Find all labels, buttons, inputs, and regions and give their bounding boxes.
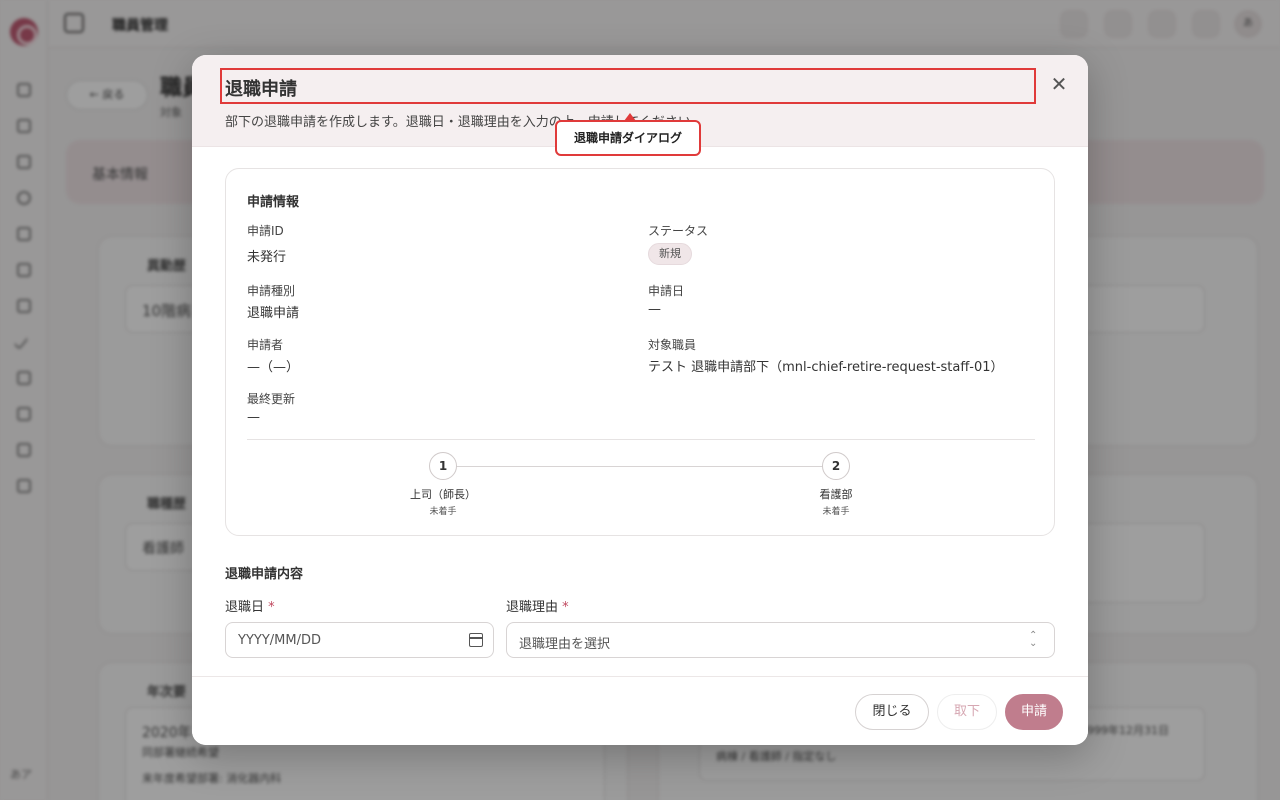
required-mark: *: [268, 600, 275, 615]
target-staff-label: 対象職員: [648, 338, 697, 352]
status-label: ステータス: [648, 224, 709, 238]
approval-step-2-status: 未着手: [822, 507, 850, 517]
approval-step-1-number: 1: [429, 452, 457, 480]
close-button[interactable]: 閉じる: [855, 694, 929, 730]
submit-button[interactable]: 申請: [1005, 694, 1063, 730]
request-date-label: 申請日: [648, 284, 685, 298]
close-icon[interactable]: ✕: [1048, 73, 1070, 95]
required-mark: *: [562, 600, 569, 615]
last-updated-label: 最終更新: [247, 392, 296, 406]
approval-step-2-number: 2: [822, 452, 850, 480]
info-divider: [247, 439, 1035, 440]
annotation-callout: 退職申請ダイアログ: [555, 120, 701, 156]
retire-request-dialog: 退職申請 部下の退職申請を作成します。退職日・退職理由を入力の上、申請してくださ…: [192, 55, 1088, 745]
approval-step-1-status: 未着手: [429, 507, 457, 517]
applicant-label: 申請者: [247, 338, 284, 352]
retire-reason-label: 退職理由 *: [506, 600, 569, 615]
dialog-body: 申請情報 申請ID 未発行 ステータス 新規 申請種別 退職申請 申請日 — 申…: [192, 148, 1088, 676]
approval-step-connector: [443, 466, 836, 467]
request-info-card: 申請情報 申請ID 未発行 ステータス 新規 申請種別 退職申請 申請日 — 申…: [225, 168, 1055, 536]
last-updated-value: —: [247, 410, 260, 425]
applicant-value: —（—）: [247, 360, 300, 375]
retire-date-placeholder: YYYY/MM/DD: [238, 633, 321, 648]
status-badge: 新規: [648, 243, 692, 265]
retire-reason-placeholder: 退職理由を選択: [519, 637, 611, 652]
request-type-value: 退職申請: [247, 306, 300, 321]
request-info-title: 申請情報: [247, 195, 300, 210]
target-staff-value: テスト 退職申請部下（mnl-chief-retire-request-staf…: [648, 360, 1004, 375]
request-date-value: —: [648, 302, 661, 317]
form-section-title: 退職申請内容: [225, 567, 304, 582]
dialog-footer: 閉じる 取下 申請: [192, 676, 1088, 745]
calendar-icon[interactable]: [469, 633, 483, 647]
chevron-updown-icon: ⌃ ⌄: [1029, 630, 1038, 649]
retire-reason-select[interactable]: 退職理由を選択 ⌃ ⌄: [506, 622, 1055, 658]
request-id-value: 未発行: [247, 250, 287, 265]
approval-step-1-label: 上司（師長）: [410, 488, 476, 501]
title-highlight-box: [220, 68, 1036, 104]
retire-date-input[interactable]: YYYY/MM/DD: [225, 622, 494, 658]
request-type-label: 申請種別: [247, 284, 296, 298]
approval-step-2-label: 看護部: [819, 488, 853, 501]
retire-date-label: 退職日 *: [225, 600, 275, 615]
withdraw-button[interactable]: 取下: [937, 694, 997, 730]
request-id-label: 申請ID: [247, 224, 284, 238]
